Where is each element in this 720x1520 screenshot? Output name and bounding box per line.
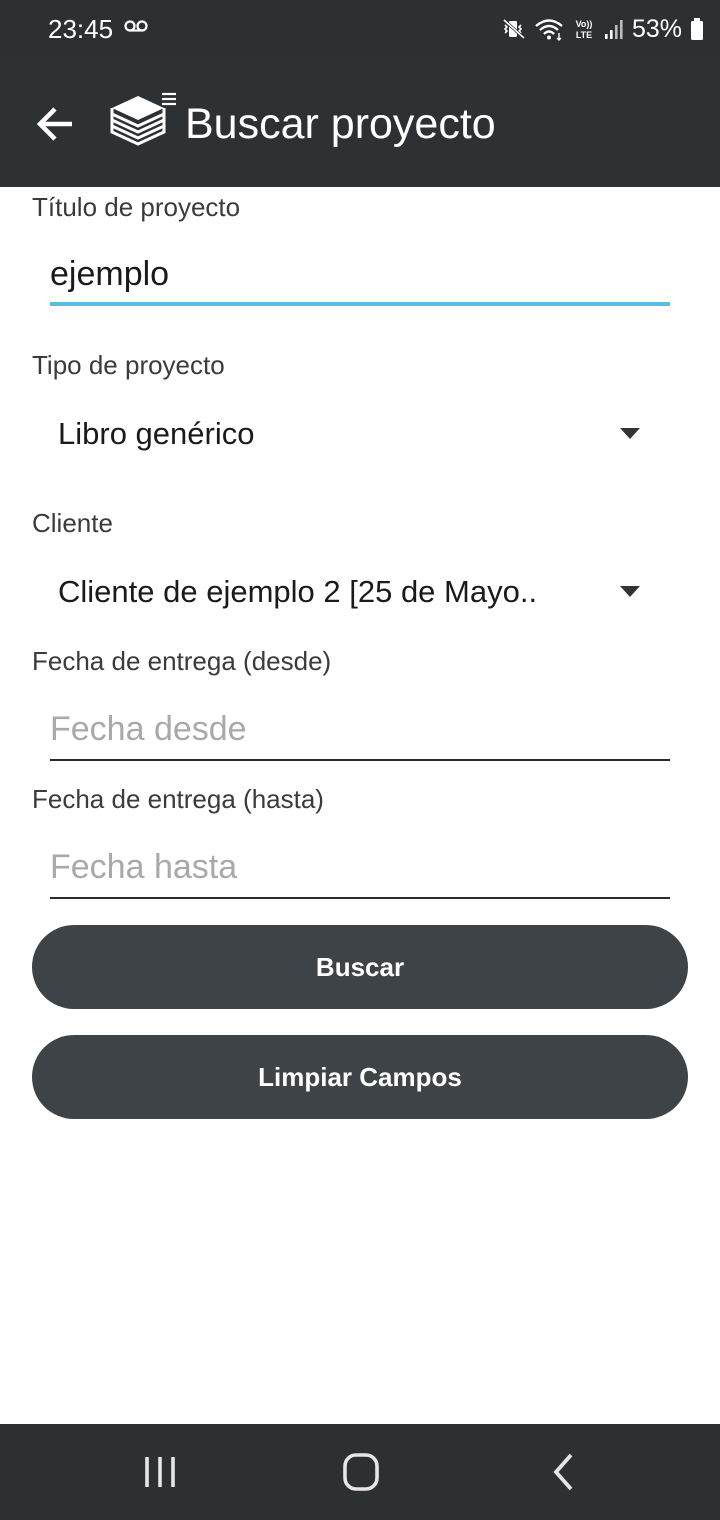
volte-top-label: Vo)) (576, 19, 593, 29)
stacked-books-icon (110, 92, 176, 146)
system-nav-bar (0, 1424, 720, 1520)
back-icon (553, 1453, 573, 1491)
status-time: 23:45 (48, 14, 114, 44)
dropdown-arrow-icon (620, 428, 640, 439)
project-type-dropdown[interactable]: Libro genérico (58, 406, 658, 462)
date-to-input[interactable]: Fecha hasta (50, 839, 670, 899)
voicemail-icon (124, 20, 148, 32)
volte-bottom-label: LTE (576, 30, 592, 40)
status-bar: 23:45 Vo)) LTE 53% (0, 0, 720, 58)
wifi-icon (535, 19, 563, 41)
recents-button[interactable] (130, 1452, 190, 1492)
title-input[interactable]: ejemplo (50, 246, 670, 306)
status-icons: Vo)) LTE 53% (502, 12, 704, 46)
date-to-placeholder: Fecha hasta (50, 848, 238, 886)
clear-button-label: Limpiar Campos (258, 1061, 462, 1092)
volte-icon: Vo)) LTE (576, 19, 593, 40)
search-button[interactable]: Buscar (32, 925, 688, 1009)
recents-icon (145, 1457, 175, 1487)
client-field-label: Cliente (32, 508, 113, 538)
battery-icon (691, 18, 703, 40)
app-bar: Buscar proyecto (0, 58, 720, 187)
vibrate-icon (502, 18, 525, 40)
title-input-value: ejemplo (50, 255, 170, 293)
clear-fields-button[interactable]: Limpiar Campos (32, 1035, 688, 1119)
home-button[interactable] (331, 1452, 391, 1492)
date-from-input[interactable]: Fecha desde (50, 701, 670, 761)
title-field-label: Título de proyecto (32, 192, 241, 222)
signal-icon (604, 20, 623, 39)
type-field-label: Tipo de proyecto (32, 350, 225, 380)
arrow-left-icon (36, 107, 72, 141)
date-to-label: Fecha de entrega (hasta) (32, 784, 324, 814)
client-value: Cliente de ejemplo 2 [25 de Mayo.. (58, 574, 538, 609)
client-dropdown[interactable]: Cliente de ejemplo 2 [25 de Mayo.. (58, 564, 658, 620)
battery-percent: 53% (631, 15, 682, 43)
home-icon (343, 1453, 379, 1491)
dropdown-arrow-icon (620, 586, 640, 597)
search-button-label: Buscar (315, 951, 405, 982)
date-from-placeholder: Fecha desde (50, 710, 247, 748)
back-button[interactable] (30, 98, 82, 150)
page-title: Buscar proyecto (185, 100, 496, 148)
date-from-label: Fecha de entrega (desde) (32, 646, 332, 676)
project-type-value: Libro genérico (58, 416, 255, 451)
system-back-button[interactable] (534, 1452, 594, 1492)
